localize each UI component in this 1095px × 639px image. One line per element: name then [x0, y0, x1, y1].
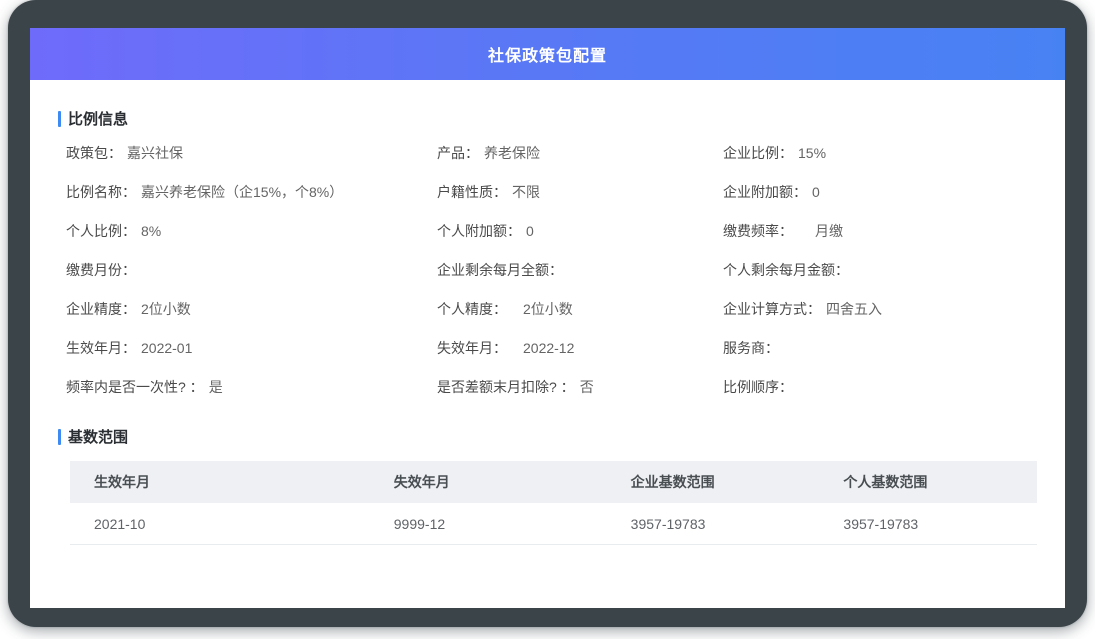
field-label: 缴费月份：	[66, 262, 136, 278]
field-label: 企业计算方式：	[723, 301, 821, 317]
field-ratio-name: 比例名称： 嘉兴养老保险（企15%，个8%）	[66, 182, 437, 202]
section-title-text: 比例信息	[68, 108, 128, 129]
field-value: 15%	[798, 145, 826, 161]
section-accent-bar-icon	[58, 111, 61, 127]
field-label: 企业附加额：	[723, 184, 807, 200]
cell-company-base-range: 3957-19783	[607, 516, 820, 532]
cell-personal-base-range: 3957-19783	[819, 516, 1037, 532]
field-label: 企业精度：	[66, 301, 136, 317]
field-personal-precision: 个人精度： 2位小数	[437, 299, 723, 319]
column-header-effective-month: 生效年月	[70, 472, 370, 492]
field-label: 政策包：	[66, 145, 122, 161]
config-dialog: 社保政策包配置 比例信息 政策包： 嘉兴社保 产品： 养老保险 企业比例： 15% 比…	[30, 28, 1065, 608]
field-value: 四舍五入	[826, 301, 882, 317]
field-label: 户籍性质：	[437, 184, 507, 200]
field-label: 比例名称：	[66, 184, 136, 200]
section-base-range: 基数范围 生效年月 失效年月 企业基数范围 个人基数范围 2021-10 999…	[58, 426, 1037, 545]
dialog-title: 社保政策包配置	[488, 42, 607, 66]
field-service-provider: 服务商：	[723, 338, 1037, 358]
table-header-row: 生效年月 失效年月 企业基数范围 个人基数范围	[70, 461, 1037, 503]
section-ratio-info: 比例信息 政策包： 嘉兴社保 产品： 养老保险 企业比例： 15% 比例名称： 嘉兴养老…	[58, 108, 1037, 406]
field-household-type: 户籍性质： 不限	[437, 182, 723, 202]
field-label: 产品：	[437, 145, 479, 161]
dialog-header: 社保政策包配置	[30, 28, 1065, 80]
base-range-table: 生效年月 失效年月 企业基数范围 个人基数范围 2021-10 9999-12 …	[70, 461, 1037, 545]
field-payment-frequency: 缴费频率： 月缴	[723, 221, 1037, 241]
field-label: 生效年月：	[66, 340, 136, 356]
field-label: 企业比例：	[723, 145, 793, 161]
field-value: 嘉兴养老保险（企15%，个8%）	[141, 184, 343, 200]
column-header-personal-base-range: 个人基数范围	[819, 472, 1037, 492]
cell-effective-month: 2021-10	[70, 516, 370, 532]
field-product: 产品： 养老保险	[437, 143, 723, 163]
field-value: 否	[580, 379, 594, 395]
field-label: 失效年月：	[437, 340, 507, 356]
section-title-ratio-info: 比例信息	[58, 108, 1037, 129]
field-label: 缴费频率：	[723, 223, 793, 239]
field-label: 企业剩余每月全额：	[437, 262, 563, 278]
field-company-additional-amount: 企业附加额： 0	[723, 182, 1037, 202]
field-label: 是否差额末月扣除? ：	[437, 379, 575, 395]
field-ratio-order: 比例顺序：	[723, 377, 1037, 397]
field-company-calc-method: 企业计算方式： 四舍五入	[723, 299, 1037, 319]
field-label: 个人精度：	[437, 301, 507, 317]
field-value: 0	[812, 184, 820, 200]
field-label: 个人剩余每月金额：	[723, 262, 849, 278]
field-label: 服务商：	[723, 340, 779, 356]
field-company-monthly-remainder: 企业剩余每月全额：	[437, 260, 723, 280]
cell-expiry-month: 9999-12	[370, 516, 607, 532]
section-title-base-range: 基数范围	[58, 426, 1037, 447]
dialog-body: 比例信息 政策包： 嘉兴社保 产品： 养老保险 企业比例： 15% 比例名称： 嘉兴养老…	[30, 108, 1065, 545]
field-label: 个人比例：	[66, 223, 136, 239]
field-value: 2022-12	[523, 340, 574, 356]
field-label: 比例顺序：	[723, 379, 793, 395]
field-value: 0	[526, 223, 534, 239]
field-personal-monthly-remainder: 个人剩余每月金额：	[723, 260, 1037, 280]
field-personal-additional-amount: 个人附加额： 0	[437, 221, 723, 241]
field-value: 嘉兴社保	[127, 145, 183, 161]
field-value: 2位小数	[141, 301, 191, 317]
device-frame: 社保政策包配置 比例信息 政策包： 嘉兴社保 产品： 养老保险 企业比例： 15% 比…	[8, 0, 1087, 627]
column-header-expiry-month: 失效年月	[370, 472, 607, 492]
field-value: 2022-01	[141, 340, 192, 356]
column-header-company-base-range: 企业基数范围	[607, 472, 820, 492]
field-value: 养老保险	[484, 145, 540, 161]
field-payment-month: 缴费月份：	[66, 260, 437, 280]
field-value: 不限	[512, 184, 540, 200]
field-value: 8%	[141, 223, 161, 239]
field-value: 月缴	[815, 223, 843, 239]
field-value: 2位小数	[523, 301, 573, 317]
field-company-ratio: 企业比例： 15%	[723, 143, 1037, 163]
section-title-text: 基数范围	[68, 426, 128, 447]
field-expiry-month: 失效年月： 2022-12	[437, 338, 723, 358]
field-label: 个人附加额：	[437, 223, 521, 239]
field-policy-package: 政策包： 嘉兴社保	[66, 143, 437, 163]
table-row: 2021-10 9999-12 3957-19783 3957-19783	[70, 503, 1037, 545]
section-accent-bar-icon	[58, 429, 61, 445]
field-effective-month: 生效年月： 2022-01	[66, 338, 437, 358]
field-label: 频率内是否一次性? ：	[66, 379, 204, 395]
field-personal-ratio: 个人比例： 8%	[66, 221, 437, 241]
field-company-precision: 企业精度： 2位小数	[66, 299, 437, 319]
field-value: 是	[209, 379, 223, 395]
field-once-per-frequency: 频率内是否一次性? ： 是	[66, 377, 437, 397]
ratio-info-fields: 政策包： 嘉兴社保 产品： 养老保险 企业比例： 15% 比例名称： 嘉兴养老保险（企1…	[58, 133, 1037, 406]
field-deduct-difference-last-month: 是否差额末月扣除? ： 否	[437, 377, 723, 397]
